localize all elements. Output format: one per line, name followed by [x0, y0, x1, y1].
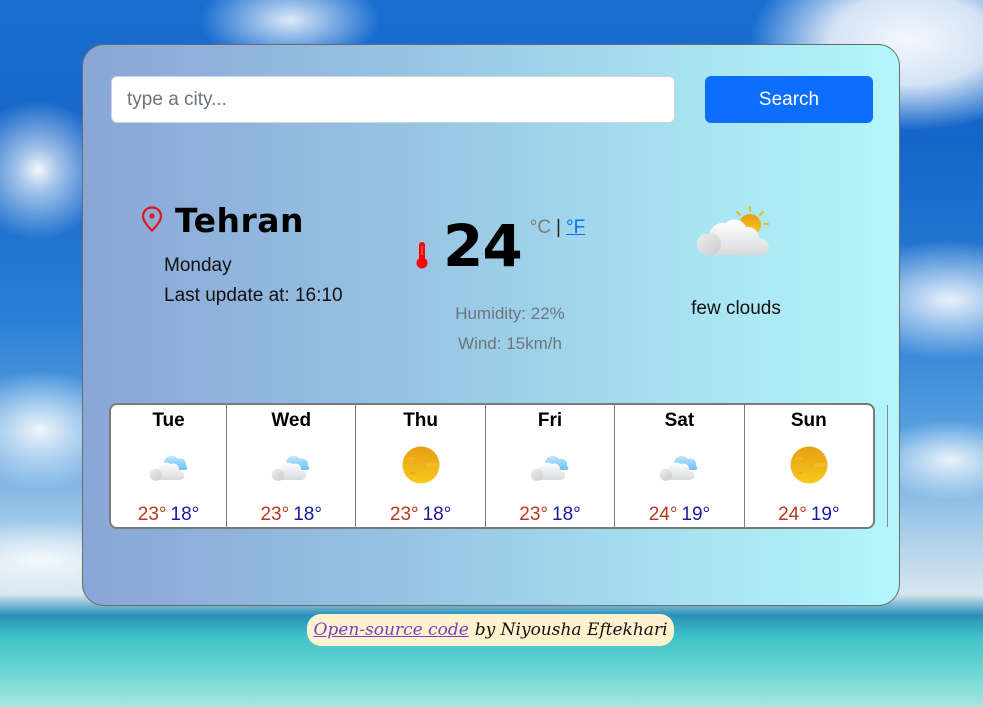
- cloud-icon: [530, 455, 569, 481]
- forecast-day-name: Wed: [271, 410, 312, 431]
- forecast-max-temp: 23°: [389, 504, 419, 525]
- current-temperature-block: 24 °C | °F: [415, 215, 585, 277]
- forecast-day-name: Sun: [790, 410, 827, 431]
- author-credit: by Niyousha Eftekhari: [474, 620, 668, 640]
- location: Tehran: [141, 201, 304, 240]
- cloud-icon: [271, 455, 310, 481]
- forecast-day: Fri 23° 18°: [486, 405, 616, 527]
- forecast-scroll-edge: [887, 405, 888, 527]
- forecast-min-temp: 18°: [422, 504, 452, 525]
- forecast-temps: 23° 18°: [227, 504, 355, 526]
- forecast-strip: Tue 23° 18° Wed 23° 18° Thu 23° 18° Fri 23°…: [109, 403, 875, 529]
- forecast-max-temp: 23°: [137, 504, 167, 525]
- forecast-day: Thu 23° 18°: [356, 405, 486, 527]
- forecast-temps: 23° 18°: [111, 504, 226, 526]
- map-pin-icon: [141, 205, 163, 232]
- forecast-min-temp: 19°: [810, 504, 840, 525]
- humidity: Humidity: 22%: [455, 304, 565, 323]
- forecast-max-temp: 23°: [519, 504, 549, 525]
- forecast-temps: 23° 18°: [356, 504, 484, 526]
- forecast-temps: 24° 19°: [745, 504, 873, 526]
- forecast-day: Wed 23° 18°: [227, 405, 357, 527]
- city-search-input[interactable]: [111, 76, 675, 123]
- footer-credit: Open-source code by Niyousha Eftekhari: [307, 614, 674, 646]
- forecast-day-name: Tue: [152, 410, 185, 431]
- forecast-day: Sun 24° 19°: [745, 405, 873, 527]
- unit-switch: °C | °F: [530, 217, 585, 239]
- forecast-min-temp: 19°: [681, 504, 711, 525]
- weather-card: Search Tehran Monday Last update at: 16:…: [82, 44, 900, 606]
- forecast-temps: 24° 19°: [615, 504, 743, 526]
- cloud-icon: [660, 455, 698, 481]
- current-day: Monday: [164, 255, 232, 276]
- forecast-day: Tue 23° 18°: [111, 405, 227, 527]
- forecast-min-temp: 18°: [170, 504, 200, 525]
- forecast-max-temp: 24°: [648, 504, 678, 525]
- forecast-day-name: Fri: [537, 410, 563, 431]
- forecast-day: Sat 24° 19°: [615, 405, 745, 527]
- sun-icon: [790, 446, 828, 484]
- thermometer-icon: [416, 242, 428, 269]
- condition-description: few clouds: [691, 298, 781, 319]
- wind: Wind: 15km/h: [458, 334, 562, 353]
- last-update: Last update at: 16:10: [164, 285, 343, 306]
- forecast-temps: 23° 18°: [486, 504, 614, 526]
- fahrenheit-link[interactable]: °F: [566, 217, 585, 239]
- forecast-min-temp: 18°: [552, 504, 581, 525]
- city-name: Tehran: [175, 201, 305, 240]
- forecast-max-temp: 23°: [260, 504, 290, 525]
- forecast-min-temp: 18°: [293, 504, 322, 525]
- forecast-max-temp: 24°: [778, 504, 807, 525]
- cloud-icon: [149, 455, 187, 481]
- open-source-link[interactable]: Open-source code: [313, 620, 468, 640]
- search-button[interactable]: Search: [705, 76, 873, 123]
- temperature-value: 24: [443, 212, 523, 280]
- forecast-day-name: Sat: [664, 410, 695, 431]
- unit-separator: |: [556, 217, 561, 238]
- celsius-unit[interactable]: °C: [530, 217, 551, 239]
- sun-icon: [402, 446, 440, 484]
- forecast-day-name: Thu: [403, 410, 439, 431]
- few-clouds-icon: [697, 206, 769, 255]
